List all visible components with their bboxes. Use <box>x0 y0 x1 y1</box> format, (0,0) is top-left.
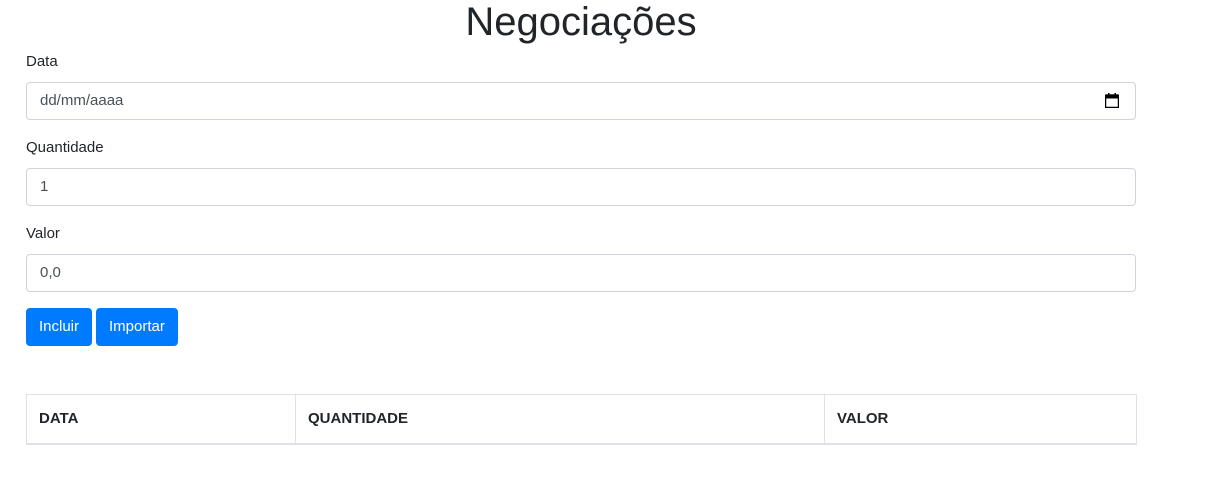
data-input-placeholder: dd/mm/aaaa <box>40 92 124 109</box>
negociacao-form: Data dd/mm/aaaa Quantidade 1 Valor 0,0 <box>26 50 1136 308</box>
data-form-group: Data dd/mm/aaaa <box>26 50 1136 120</box>
calendar-icon[interactable] <box>1105 93 1119 108</box>
valor-input[interactable]: 0,0 <box>26 254 1136 292</box>
importar-button[interactable]: Importar <box>96 308 178 346</box>
page-title: Negociações <box>465 0 697 44</box>
data-label: Data <box>26 53 58 70</box>
negociacoes-table-wrap: DATA QUANTIDADE VALOR <box>26 394 1137 445</box>
table-header: DATA QUANTIDADE VALOR <box>26 394 1137 445</box>
incluir-button[interactable]: Incluir <box>26 308 93 346</box>
page-container: Negociações Data dd/mm/aaaa Quantidade 1… <box>0 0 1205 498</box>
valor-form-group: Valor 0,0 <box>26 222 1136 292</box>
valor-label: Valor <box>26 225 60 242</box>
data-input[interactable]: dd/mm/aaaa <box>26 82 1136 120</box>
column-header-quantidade: QUANTIDADE <box>295 394 825 445</box>
table-header-row: DATA QUANTIDADE VALOR <box>26 394 1137 445</box>
action-buttons: Incluir Importar <box>26 308 178 346</box>
column-header-valor: VALOR <box>824 394 1137 445</box>
quantidade-input[interactable]: 1 <box>26 168 1136 206</box>
negociacoes-table: DATA QUANTIDADE VALOR <box>26 394 1137 445</box>
quantidade-label: Quantidade <box>26 139 104 156</box>
column-header-data: DATA <box>26 394 296 445</box>
quantidade-form-group: Quantidade 1 <box>26 136 1136 206</box>
